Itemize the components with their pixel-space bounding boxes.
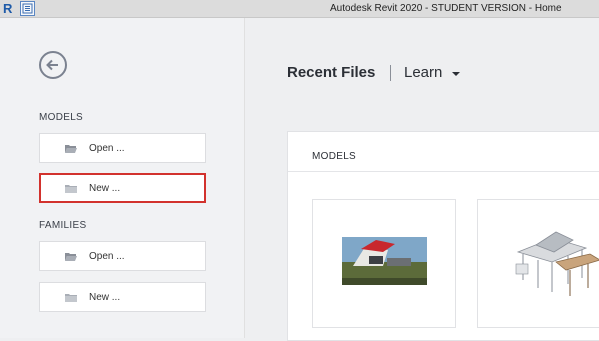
structure-model-icon [515,231,599,296]
tab-recent-files[interactable]: Recent Files [287,64,375,81]
models-panel-title: MODELS [312,151,357,162]
families-open-button[interactable]: Open ... [39,241,206,271]
quick-access-icon[interactable] [20,1,35,16]
chevron-down-icon[interactable] [452,72,460,76]
models-new-button[interactable]: New ... [39,173,206,203]
tab-learn[interactable]: Learn [404,64,442,81]
sidebar: MODELS Open ... New ... FAMILIES Open ..… [0,18,245,338]
families-new-label: New ... [89,292,121,303]
models-new-label: New ... [89,183,121,194]
models-panel-header: MODELS [288,132,599,172]
main-area: Recent Files Learn MODELS [245,18,599,341]
models-open-label: Open ... [89,143,125,154]
folder-open-icon [64,250,78,262]
recent-model-thumbnail-1[interactable] [312,199,456,328]
tab-divider [390,65,391,81]
house-render-icon [342,237,427,285]
families-section-label: FAMILIES [39,220,87,231]
families-open-label: Open ... [89,251,125,262]
models-section-label: MODELS [39,112,84,123]
back-arrow-icon[interactable] [39,51,67,79]
title-bar: R Autodesk Revit 2020 - STUDENT VERSION … [0,0,599,18]
models-open-button[interactable]: Open ... [39,133,206,163]
recent-model-thumbnail-2[interactable] [477,199,599,328]
folder-icon [64,291,78,303]
window-title: Autodesk Revit 2020 - STUDENT VERSION - … [330,3,562,14]
folder-open-icon [64,142,78,154]
revit-logo-icon[interactable]: R [3,2,15,15]
families-new-button[interactable]: New ... [39,282,206,312]
models-panel: MODELS [287,131,599,341]
folder-icon [64,182,78,194]
